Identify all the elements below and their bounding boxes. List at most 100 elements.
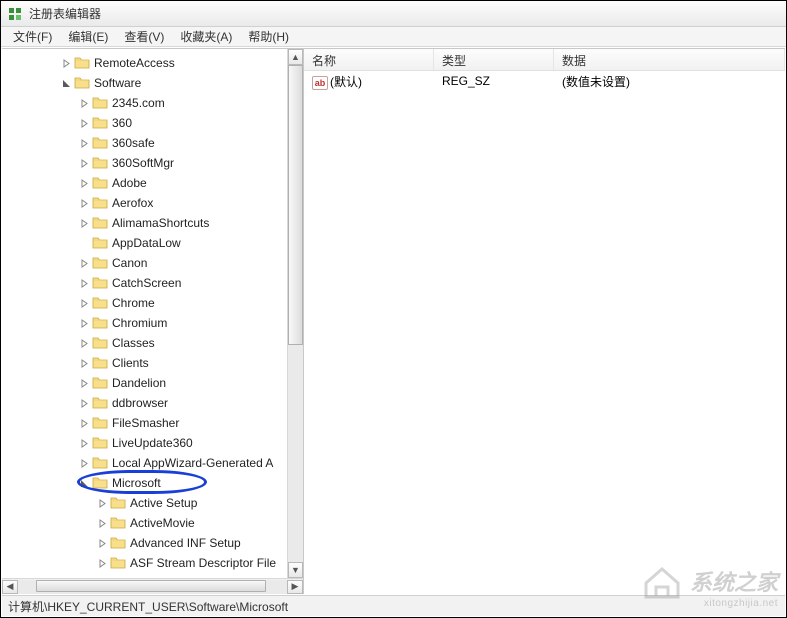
value-name: (默认) [330,75,362,89]
tree-item[interactable]: ActiveMovie [2,513,303,533]
menu-file[interactable]: 文件(F) [5,26,60,47]
scroll-down-arrow-icon[interactable]: ▼ [288,562,303,578]
expand-icon[interactable] [78,197,90,209]
tree-item-label: AppDataLow [112,236,181,250]
expand-icon[interactable] [78,397,90,409]
list-row[interactable]: ab(默认) REG_SZ (数值未设置) [304,71,785,91]
tree-item[interactable]: FileSmasher [2,413,303,433]
tree-item[interactable]: 360safe [2,133,303,153]
scroll-track[interactable] [18,580,287,594]
list-body[interactable]: ab(默认) REG_SZ (数值未设置) [304,71,785,91]
tree-item[interactable]: 360 [2,113,303,133]
expand-icon[interactable] [78,257,90,269]
folder-icon [92,175,108,191]
tree-item[interactable]: Active Setup [2,493,303,513]
tree-item[interactable]: Adobe [2,173,303,193]
expand-icon[interactable] [96,517,108,529]
expand-icon[interactable] [78,377,90,389]
tree-item-label: LiveUpdate360 [112,436,193,450]
expand-icon[interactable] [96,557,108,569]
menu-edit[interactable]: 编辑(E) [60,26,116,47]
title-bar: 注册表编辑器 [1,1,786,27]
tree-item[interactable]: Software [2,73,303,93]
menu-help[interactable]: 帮助(H) [240,26,297,47]
folder-icon [92,395,108,411]
folder-icon [110,535,126,551]
folder-icon [92,215,108,231]
collapse-icon[interactable] [60,77,72,89]
expand-icon[interactable] [78,177,90,189]
expand-icon[interactable] [96,537,108,549]
values-pane: 名称 类型 数据 ab(默认) REG_SZ (数值未设置) [304,49,785,594]
menu-favorites[interactable]: 收藏夹(A) [172,26,240,47]
tree-item[interactable]: Aerofox [2,193,303,213]
tree-item[interactable]: Canon [2,253,303,273]
tree-item-label: Clients [112,356,149,370]
folder-icon [74,55,90,71]
tree-item[interactable]: Chromium [2,313,303,333]
tree-item-label: Dandelion [112,376,166,390]
expand-icon[interactable] [78,217,90,229]
expand-icon[interactable] [78,157,90,169]
tree-item[interactable]: Local AppWizard-Generated A [2,453,303,473]
tree-item[interactable]: Clients [2,353,303,373]
tree-item[interactable]: ddbrowser [2,393,303,413]
status-bar: 计算机\HKEY_CURRENT_USER\Software\Microsoft [2,595,785,616]
tree-vertical-scrollbar[interactable]: ▲ ▼ [287,49,303,578]
expand-icon[interactable] [96,497,108,509]
expand-icon[interactable] [78,437,90,449]
expand-icon[interactable] [78,357,90,369]
tree-item[interactable]: AppDataLow [2,233,303,253]
expand-icon[interactable] [78,417,90,429]
scroll-track[interactable] [288,65,303,562]
menu-bar: 文件(F) 编辑(E) 查看(V) 收藏夹(A) 帮助(H) [1,27,786,47]
tree-item[interactable]: Advanced INF Setup [2,533,303,553]
expand-icon[interactable] [78,97,90,109]
window-title: 注册表编辑器 [29,5,101,22]
tree-item[interactable]: Dandelion [2,373,303,393]
scroll-thumb[interactable] [288,65,303,345]
tree-item[interactable]: LiveUpdate360 [2,433,303,453]
folder-icon [92,275,108,291]
tree-item[interactable]: RemoteAccess [2,53,303,73]
list-header: 名称 类型 数据 [304,49,785,71]
tree-item[interactable]: CatchScreen [2,273,303,293]
tree-item[interactable]: ASF Stream Descriptor File [2,553,303,573]
expand-icon[interactable] [60,57,72,69]
expand-icon[interactable] [78,137,90,149]
tree-item[interactable]: 360SoftMgr [2,153,303,173]
collapse-icon[interactable] [78,477,90,489]
expand-icon[interactable] [78,337,90,349]
tree-item[interactable]: Chrome [2,293,303,313]
tree-item-label: ASF Stream Descriptor File [130,556,276,570]
scroll-right-arrow-icon[interactable]: ▶ [287,580,303,594]
tree-item-label: AlimamaShortcuts [112,216,209,230]
expand-icon[interactable] [78,277,90,289]
expand-icon[interactable] [78,457,90,469]
tree-item[interactable]: 2345.com [2,93,303,113]
scroll-thumb[interactable] [36,580,266,592]
tree-item-label: Software [94,76,141,90]
expand-icon[interactable] [78,297,90,309]
expand-icon[interactable] [78,117,90,129]
folder-icon [110,515,126,531]
expand-icon[interactable] [78,317,90,329]
column-header-data[interactable]: 数据 [554,49,785,70]
tree-item[interactable]: Classes [2,333,303,353]
folder-icon [92,375,108,391]
tree-item-label: FileSmasher [112,416,179,430]
tree-item-label: 2345.com [112,96,165,110]
value-data-cell: (数值未设置) [554,73,785,90]
tree-item[interactable]: Microsoft [2,473,303,493]
column-header-type[interactable]: 类型 [434,49,554,70]
scroll-left-arrow-icon[interactable]: ◀ [2,580,18,594]
tree-item[interactable]: AlimamaShortcuts [2,213,303,233]
column-header-name[interactable]: 名称 [304,49,434,70]
folder-icon [92,255,108,271]
tree-horizontal-scrollbar[interactable]: ◀ ▶ [2,578,303,594]
scroll-up-arrow-icon[interactable]: ▲ [288,49,303,65]
folder-icon [92,475,108,491]
tree-item-label: Classes [112,336,155,350]
tree-view[interactable]: RemoteAccess Software 2345.com 360360safe36… [2,49,303,578]
menu-view[interactable]: 查看(V) [116,26,172,47]
